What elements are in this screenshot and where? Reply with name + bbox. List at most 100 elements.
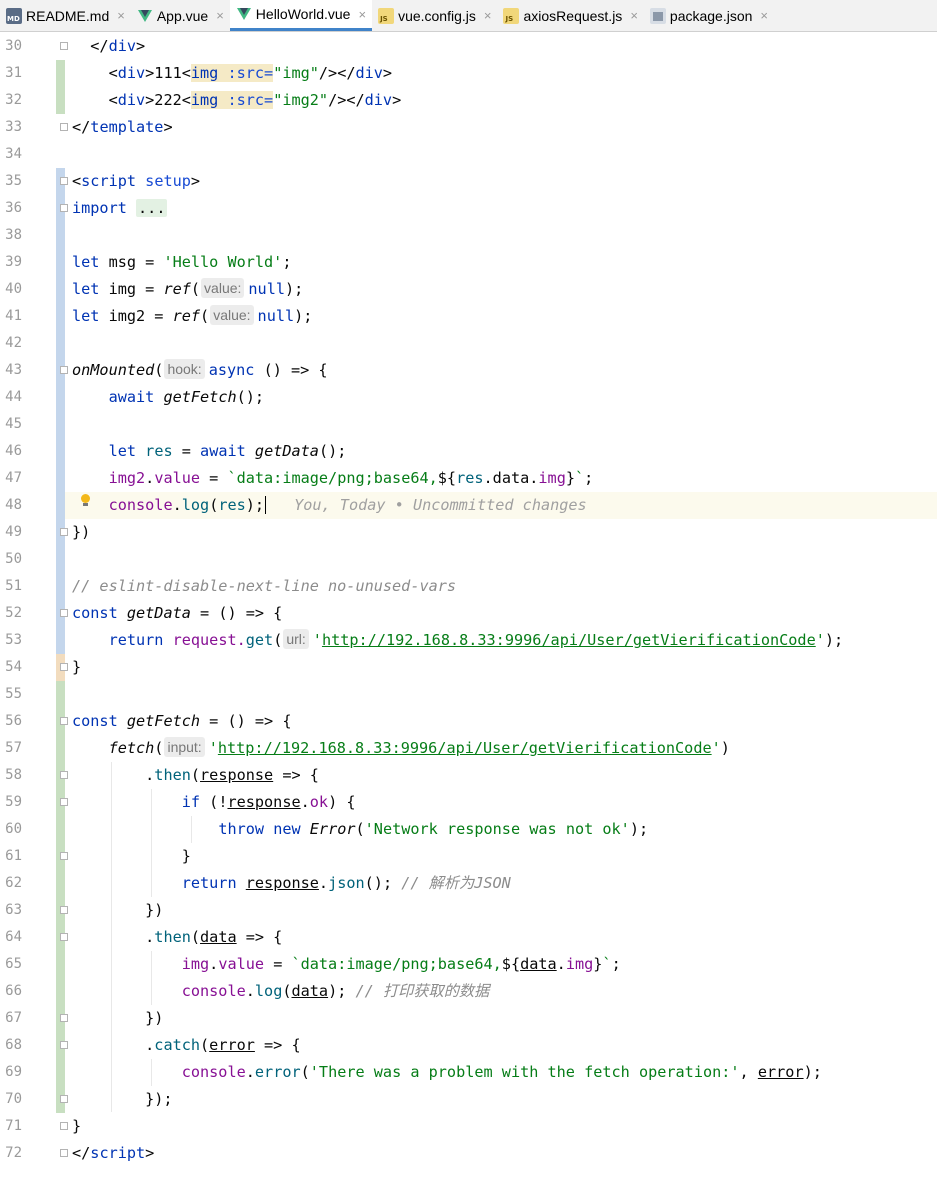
code-line[interactable]: 69 console.error('There was a problem wi… [0,1059,937,1086]
code-text[interactable]: // eslint-disable-next-line no-unused-va… [72,573,456,600]
code-line[interactable]: 44 await getFetch(); [0,384,937,411]
code-text[interactable]: let msg = 'Hello World'; [72,249,291,276]
close-icon[interactable]: × [760,8,768,23]
line-number: 62 [5,875,22,891]
code-text[interactable]: </div> [72,33,145,60]
code-line[interactable]: 30 </div> [0,33,937,60]
code-line[interactable]: 55 [0,681,937,708]
code-text[interactable]: await getFetch(); [72,384,264,411]
code-text[interactable]: console.error('There was a problem with … [72,1059,822,1086]
url-link[interactable]: http://192.168.8.33:9996/api/User/getVie… [218,739,712,757]
code-text[interactable]: throw new Error('Network response was no… [72,816,648,843]
code-line[interactable]: 36 import ... [0,195,937,222]
code-text[interactable]: onMounted(hook: async () => { [72,357,328,384]
code-text[interactable]: </template> [72,114,173,141]
code-line[interactable]: 60 throw new Error('Network response was… [0,816,937,843]
code-line[interactable]: 58 .then(response => { [0,762,937,789]
code-line[interactable]: 50 [0,546,937,573]
code-text[interactable]: .catch(error => { [72,1032,300,1059]
tab-package-json[interactable]: package.json × [644,0,774,31]
code-text[interactable]: const getFetch = () => { [72,708,291,735]
json-file-icon [649,7,666,24]
code-line[interactable]: 46 let res = await getData(); [0,438,937,465]
code-line[interactable]: 56 const getFetch = () => { [0,708,937,735]
tab-helloworld-vue[interactable]: HelloWorld.vue × [229,0,373,31]
code-line[interactable]: 31 <div>111<img :src="img"/></div> [0,60,937,87]
code-text[interactable]: } [72,1113,81,1140]
code-line[interactable]: 45 [0,411,937,438]
code-line[interactable]: 57 fetch(input:'http://192.168.8.33:9996… [0,735,937,762]
code-line[interactable]: 64 .then(data => { [0,924,937,951]
tab-app-vue[interactable]: App.vue × [131,0,230,31]
code-text[interactable]: }); [72,1086,172,1113]
code-text[interactable]: img2.value = `data:image/png;base64,${re… [72,465,594,492]
code-text[interactable]: .then(response => { [72,762,319,789]
code-line[interactable]: 51 // eslint-disable-next-line no-unused… [0,573,937,600]
parameter-hint: input: [164,737,205,757]
code-line[interactable]: 40 let img = ref(value: null); [0,276,937,303]
vue-file-icon [236,6,252,22]
close-icon[interactable]: × [484,8,492,23]
code-text[interactable]: </script> [72,1140,154,1167]
code-text[interactable]: const getData = () => { [72,600,282,627]
code-line[interactable]: 32 <div>222<img :src="img2"/></div> [0,87,937,114]
code-text[interactable]: }) [72,519,90,546]
tab-vue-config[interactable]: vue.config.js × [372,0,497,31]
collapsed-imports[interactable]: ... [136,199,168,217]
tab-readme[interactable]: README.md × [0,0,131,31]
code-text[interactable]: console.log(data); // 打印获取的数据 [72,978,490,1005]
code-text[interactable]: console.log(res); You, Today • Uncommitte… [72,492,587,519]
code-line[interactable]: 62 return response.json(); // 解析为JSON [0,870,937,897]
code-text[interactable]: let img = ref(value: null); [72,276,303,303]
code-line[interactable]: 70 }); [0,1086,937,1113]
code-text[interactable]: import ... [72,195,168,222]
tab-label: HelloWorld.vue [255,6,351,22]
code-line[interactable]: 52 const getData = () => { [0,600,937,627]
code-line[interactable]: 54 } [0,654,937,681]
close-icon[interactable]: × [630,8,638,23]
code-line[interactable]: 66 console.log(data); // 打印获取的数据 [0,978,937,1005]
code-line[interactable]: 63 }) [0,897,937,924]
code-text[interactable]: return response.json(); // 解析为JSON [72,870,511,897]
code-line[interactable]: 38 [0,222,937,249]
close-icon[interactable]: × [117,8,125,23]
code-text[interactable]: return request.get(url:'http://192.168.8… [72,627,843,654]
code-text[interactable]: } [72,843,191,870]
code-text[interactable]: <div>111<img :src="img"/></div> [72,60,392,87]
line-number: 30 [5,38,22,54]
code-text[interactable]: <script setup> [72,168,200,195]
code-line[interactable]: 47 img2.value = `data:image/png;base64,$… [0,465,937,492]
code-text[interactable]: }) [72,897,163,924]
code-line[interactable]: 72 </script> [0,1140,937,1167]
code-text[interactable]: img.value = `data:image/png;base64,${dat… [72,951,621,978]
code-text[interactable]: fetch(input:'http://192.168.8.33:9996/ap… [72,735,730,762]
line-number: 32 [5,92,22,108]
code-line[interactable]: 43 onMounted(hook: async () => { [0,357,937,384]
code-line[interactable]: 41 let img2 = ref(value: null); [0,303,937,330]
code-line[interactable]: 53 return request.get(url:'http://192.16… [0,627,937,654]
code-text[interactable]: let res = await getData(); [72,438,347,465]
code-line[interactable]: 48 console.log(res); You, Today • Uncommi… [0,492,937,519]
code-line[interactable]: 35 <script setup> [0,168,937,195]
code-text[interactable]: .then(data => { [72,924,282,951]
code-line[interactable]: 39 let msg = 'Hello World'; [0,249,937,276]
code-line[interactable]: 42 [0,330,937,357]
code-line[interactable]: 34 [0,141,937,168]
code-text[interactable]: let img2 = ref(value: null); [72,303,312,330]
code-text[interactable]: if (!response.ok) { [72,789,356,816]
tab-axios-request[interactable]: axiosRequest.js × [497,0,643,31]
code-line[interactable]: 33 </template> [0,114,937,141]
close-icon[interactable]: × [358,7,366,22]
code-line[interactable]: 68 .catch(error => { [0,1032,937,1059]
code-text[interactable]: } [72,654,81,681]
code-line[interactable]: 49 }) [0,519,937,546]
url-link[interactable]: http://192.168.8.33:9996/api/User/getVie… [322,631,816,649]
code-line[interactable]: 67 }) [0,1005,937,1032]
code-line[interactable]: 61 } [0,843,937,870]
close-icon[interactable]: × [216,8,224,23]
code-line[interactable]: 71 } [0,1113,937,1140]
code-text[interactable]: }) [72,1005,163,1032]
code-text[interactable]: <div>222<img :src="img2"/></div> [72,87,401,114]
code-line[interactable]: 59 if (!response.ok) { [0,789,937,816]
code-line[interactable]: 65 img.value = `data:image/png;base64,${… [0,951,937,978]
